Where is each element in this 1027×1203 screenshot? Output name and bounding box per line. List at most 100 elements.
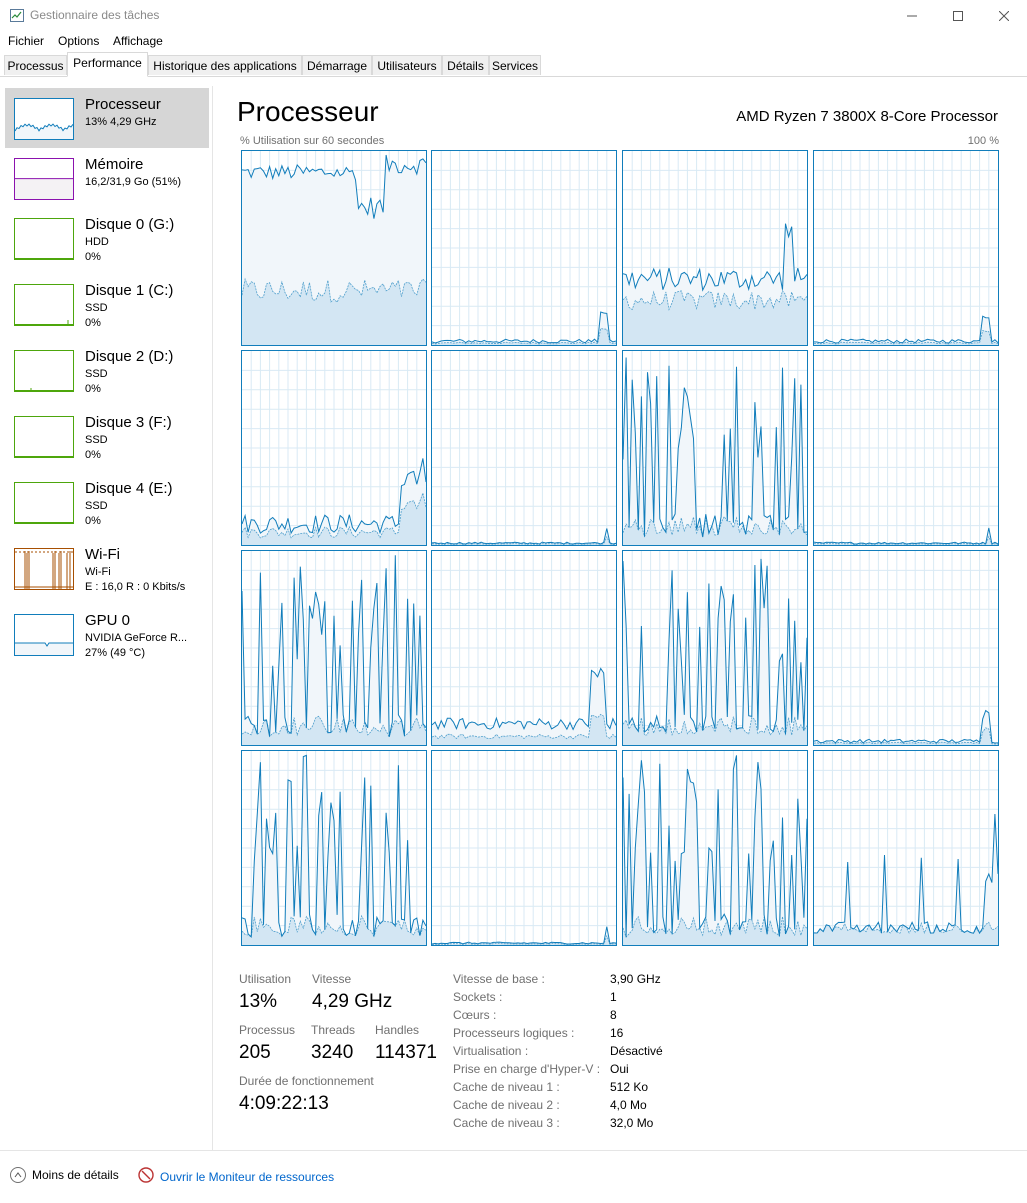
spec-value: 3,90 GHz	[610, 972, 661, 986]
spec-value: 4,0 Mo	[610, 1098, 647, 1112]
tab-services[interactable]: Services	[489, 55, 541, 75]
cpu-core-graph-7	[813, 350, 999, 546]
cpu-core-graph-6	[622, 350, 808, 546]
spec-value: 512 Ko	[610, 1080, 649, 1094]
close-icon	[999, 10, 1009, 21]
sidebar-item-name: GPU 0	[85, 612, 131, 629]
sidebar-item-name: Disque 4 (E:)	[85, 480, 173, 497]
tab-demarrage[interactable]: Démarrage	[302, 55, 372, 75]
spec-label: Virtualisation :	[453, 1044, 529, 1058]
sidebar-item-2[interactable]: Disque 0 (G:) HDD 0%	[5, 208, 209, 268]
sidebar-item-name: Processeur	[85, 96, 161, 113]
sidebar-item-detail: 13% 4,29 GHz	[85, 116, 157, 128]
cpu-core-graph-8	[241, 550, 427, 746]
cpu-core-graph-svg	[242, 151, 426, 345]
window-title: Gestionnaire des tâches	[30, 8, 160, 22]
sidebar-item-value: E : 16,0 R : 0 Kbits/s	[85, 581, 186, 593]
less-details-label: Moins de détails	[32, 1168, 119, 1182]
spec-label: Cœurs :	[453, 1008, 497, 1022]
cpu-core-graph-svg	[242, 751, 426, 945]
sidebar-item-name: Disque 1 (C:)	[85, 282, 174, 299]
spec-label: Sockets :	[453, 990, 503, 1004]
sidebar: Processeur 13% 4,29 GHz Mémoire 16,2/31,9 G…	[0, 86, 212, 1150]
menu-fichier[interactable]: Fichier	[8, 34, 44, 48]
sidebar-thumb-graph	[14, 482, 74, 524]
sidebar-thumb-graph	[14, 218, 74, 260]
cpu-core-graph-9	[431, 550, 617, 746]
vitesse-value: 4,29 GHz	[312, 991, 393, 1012]
sidebar-item-name: Mémoire	[85, 156, 144, 173]
sidebar-item-detail: 16,2/31,9 Go (51%)	[85, 176, 182, 188]
sidebar-item-7[interactable]: Wi-Fi Wi-Fi E : 16,0 R : 0 Kbits/s	[5, 538, 209, 598]
spec-label: Processeurs logiques :	[453, 1026, 575, 1040]
cpu-core-graph-svg	[814, 151, 998, 345]
sidebar-item-name: Disque 3 (F:)	[85, 414, 172, 431]
sidebar-item-8[interactable]: GPU 0 NVIDIA GeForce R... 27% (49 °C)	[5, 604, 209, 664]
sidebar-item-6[interactable]: Disque 4 (E:) SSD 0%	[5, 472, 209, 532]
cpu-core-graph-12	[241, 750, 427, 946]
footer: Moins de détails Ouvrir le Moniteur de r…	[0, 1150, 1027, 1203]
sidebar-item-1[interactable]: Mémoire 16,2/31,9 Go (51%)	[5, 148, 209, 208]
sidebar-thumb-graph	[14, 284, 74, 326]
cpu-core-graph-1	[431, 150, 617, 346]
less-details-button[interactable]: Moins de détails	[10, 1167, 119, 1183]
title-bar: Gestionnaire des tâches	[0, 0, 1027, 31]
cpu-core-graph-svg	[814, 751, 998, 945]
processus-value: 205	[239, 1042, 271, 1063]
cpu-core-graph-4	[241, 350, 427, 546]
menu-affichage[interactable]: Affichage	[113, 34, 163, 48]
resource-monitor-link[interactable]: Ouvrir le Moniteur de ressources	[138, 1167, 334, 1186]
cpu-core-graph-11	[813, 550, 999, 746]
close-button[interactable]	[981, 0, 1027, 31]
cpu-core-graph-svg	[432, 551, 616, 745]
utilisation-value: 13%	[239, 991, 278, 1012]
utilisation-label: Utilisation	[239, 972, 292, 986]
processus-label: Processus	[239, 1023, 296, 1037]
threads-label: Threads	[311, 1023, 356, 1037]
tab-historique[interactable]: Historique des applications	[148, 55, 302, 75]
sidebar-item-detail: SSD	[85, 302, 108, 314]
cpu-core-graph-svg	[242, 351, 426, 545]
graph-axis-max: 100 %	[967, 135, 999, 147]
cpu-core-graph-14	[622, 750, 808, 946]
handles-label: Handles	[375, 1023, 420, 1037]
sidebar-item-detail: HDD	[85, 236, 109, 248]
sidebar-item-4[interactable]: Disque 2 (D:) SSD 0%	[5, 340, 209, 400]
threads-value: 3240	[311, 1042, 354, 1063]
sidebar-item-value: 0%	[85, 515, 101, 527]
tab-performance[interactable]: Performance	[67, 52, 148, 77]
minimize-button[interactable]	[889, 0, 935, 31]
cpu-core-graph-svg	[814, 351, 998, 545]
tab-processus[interactable]: Processus	[4, 55, 67, 75]
cpu-core-graph-svg	[432, 151, 616, 345]
sidebar-item-value: 0%	[85, 251, 101, 263]
sidebar-item-detail: Wi-Fi	[85, 566, 111, 578]
tab-utilisateurs[interactable]: Utilisateurs	[372, 55, 442, 75]
sidebar-thumb-graph	[14, 158, 74, 200]
sidebar-item-name: Disque 0 (G:)	[85, 216, 175, 233]
sidebar-thumb-graph	[14, 416, 74, 458]
sidebar-item-detail: SSD	[85, 434, 108, 446]
spec-label: Prise en charge d'Hyper-V :	[453, 1062, 601, 1076]
sidebar-divider	[212, 86, 213, 1150]
spec-value: Désactivé	[610, 1044, 663, 1058]
cpu-core-graph-svg	[623, 551, 807, 745]
sidebar-item-0[interactable]: Processeur 13% 4,29 GHz	[5, 88, 209, 148]
menu-options[interactable]: Options	[58, 34, 99, 48]
sidebar-item-5[interactable]: Disque 3 (F:) SSD 0%	[5, 406, 209, 466]
cpu-core-graph-15	[813, 750, 999, 946]
sidebar-item-name: Disque 2 (D:)	[85, 348, 174, 365]
minimize-icon	[907, 15, 917, 16]
cpu-core-graph-svg	[623, 151, 807, 345]
sidebar-thumb-graph	[14, 98, 74, 140]
sidebar-thumb-graph	[14, 548, 74, 590]
cpu-core-graph-svg	[623, 351, 807, 545]
sidebar-item-3[interactable]: Disque 1 (C:) SSD 0%	[5, 274, 209, 334]
tab-details[interactable]: Détails	[442, 55, 489, 75]
menu-bar: Fichier Options Affichage	[0, 31, 1027, 51]
sidebar-thumb-graph	[14, 350, 74, 392]
cpu-model: AMD Ryzen 7 3800X 8-Core Processor	[736, 108, 998, 125]
maximize-button[interactable]	[935, 0, 981, 31]
cpu-core-graph-13	[431, 750, 617, 946]
chevron-up-icon	[10, 1167, 26, 1183]
